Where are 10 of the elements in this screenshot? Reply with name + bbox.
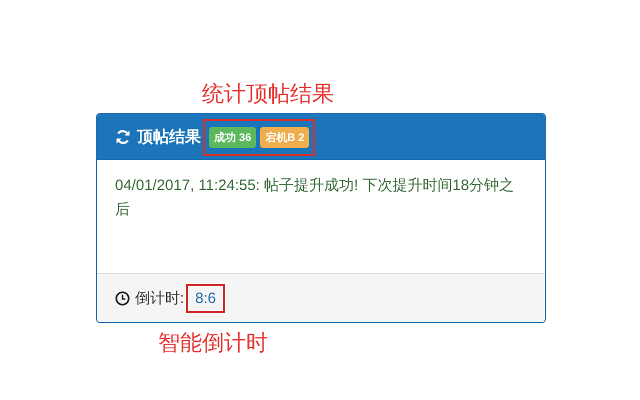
- refresh-icon: [115, 129, 131, 145]
- annotation-text: 统计顶帖结果: [202, 80, 334, 108]
- countdown-value: 8:6: [195, 290, 216, 306]
- status-message: 04/01/2017, 11:24:55: 帖子提升成功! 下次提升时间18分钟之后: [115, 176, 516, 220]
- annotation-text: 智能倒计时: [158, 329, 268, 357]
- clock-icon: [115, 290, 130, 306]
- count-badge: 宕机B 2: [260, 126, 310, 148]
- count-badge: 成功 36: [209, 126, 256, 148]
- countdown-label: 倒计时:: [135, 288, 184, 308]
- panel-title: 顶帖结果: [137, 128, 201, 148]
